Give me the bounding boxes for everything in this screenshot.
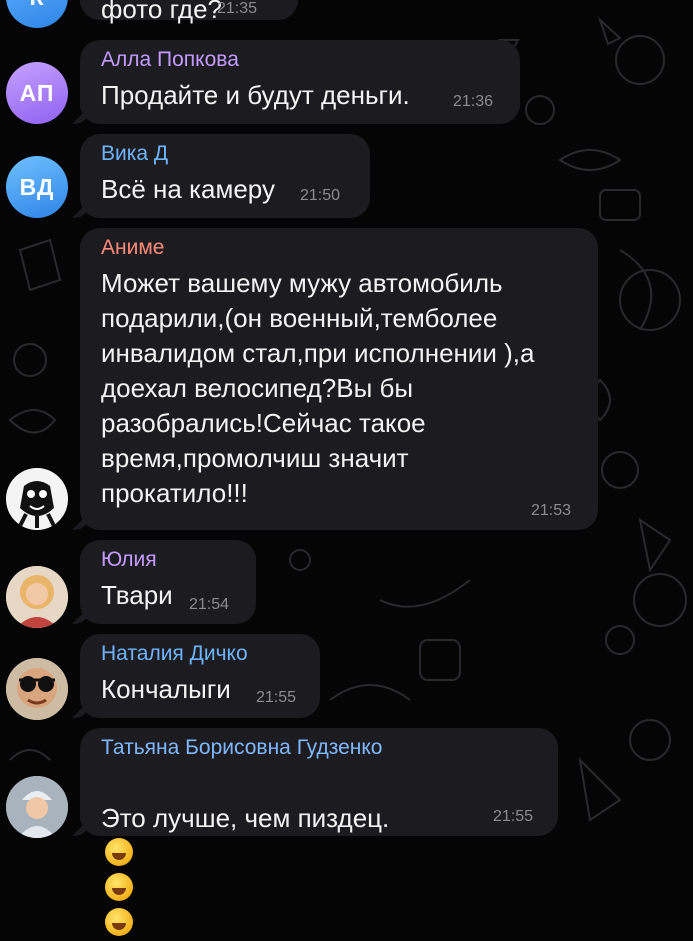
bubble-tail — [72, 106, 90, 124]
message-row: К фото где? 21:35 — [0, 0, 693, 30]
avatar[interactable] — [6, 566, 68, 628]
message-text: Всё на камеру — [101, 174, 275, 204]
bubble-tail — [72, 818, 90, 836]
message-row: АП Алла Попкова Продайте и будут деньги.… — [0, 40, 693, 124]
sender-name[interactable]: Аниме — [101, 236, 164, 260]
avatar[interactable]: АП — [6, 62, 68, 124]
message-time: 21:54 — [189, 596, 230, 613]
message-text: Это лучше, чем пиздец. — [101, 766, 389, 941]
message-row: Аниме Может вашему мужу автомобиль подар… — [0, 228, 693, 530]
sender-name[interactable]: Татьяна Борисовна Гудзенко — [101, 736, 383, 760]
rolling-on-floor-laughing-emoji — [105, 908, 133, 936]
sender-name[interactable]: Вика Д — [101, 142, 168, 166]
message-time: 21:35 — [217, 0, 258, 17]
avatar[interactable]: ВД — [6, 156, 68, 218]
message-row: Наталия Дичко Кончалыги 21:55 — [0, 634, 693, 720]
bubble-tail — [72, 606, 90, 624]
bubble-tail — [72, 512, 90, 530]
message-text: фото где? — [101, 0, 222, 24]
avatar-initials: АП — [19, 79, 55, 106]
sender-name[interactable]: Алла Попкова — [101, 48, 239, 72]
message-time: 21:55 — [256, 689, 297, 706]
message-text: Может вашему мужу автомобиль подарили,(о… — [101, 268, 535, 508]
avatar-initials: ВД — [19, 173, 55, 200]
message-row: ВД Вика Д Всё на камеру 21:50 — [0, 134, 693, 218]
sender-name[interactable]: Юлия — [101, 548, 157, 572]
message-bubble[interactable]: Татьяна Борисовна Гудзенко Это лучше, че… — [72, 728, 558, 936]
rolling-on-floor-laughing-emoji — [105, 873, 133, 901]
message-row: Юлия Твари 21:54 — [0, 540, 693, 628]
message-bubble[interactable]: Алла Попкова Продайте и будут деньги. 21… — [72, 40, 520, 124]
avatar[interactable]: К — [6, 0, 68, 28]
avatar[interactable] — [6, 658, 68, 720]
yulia-avatar-icon — [6, 566, 68, 628]
avatar[interactable] — [6, 468, 68, 530]
message-time: 21:36 — [453, 93, 494, 110]
message-row: Татьяна Борисовна Гудзенко Это лучше, че… — [0, 728, 693, 936]
avatar[interactable] — [6, 776, 68, 838]
message-bubble[interactable]: Вика Д Всё на камеру 21:50 — [72, 134, 370, 218]
tatiana-avatar-icon — [6, 776, 68, 838]
message-time: 21:53 — [531, 502, 572, 519]
message-text: Продайте и будут деньги. — [101, 80, 410, 110]
message-bubble[interactable]: Наталия Дичко Кончалыги 21:55 — [72, 634, 320, 718]
message-bubble[interactable]: фото где? 21:35 — [80, 0, 298, 24]
message-bubble[interactable]: Юлия Твари 21:54 — [72, 540, 256, 624]
bubble-tail — [72, 200, 90, 218]
message-bubble[interactable]: Аниме Может вашему мужу автомобиль подар… — [72, 228, 598, 530]
message-time: 21:50 — [300, 187, 341, 204]
anime-avatar-icon — [6, 468, 68, 530]
message-text: Кончалыги — [101, 674, 231, 704]
message-text: Твари — [101, 580, 173, 610]
message-time: 21:55 — [493, 808, 534, 825]
rolling-on-floor-laughing-emoji — [105, 838, 133, 866]
bubble-tail — [72, 700, 90, 718]
message-text-content: Это лучше, чем пиздец. — [101, 803, 390, 833]
sender-name[interactable]: Наталия Дичко — [101, 642, 248, 666]
avatar-initials: К — [29, 0, 44, 11]
natalia-avatar-icon — [6, 658, 68, 720]
